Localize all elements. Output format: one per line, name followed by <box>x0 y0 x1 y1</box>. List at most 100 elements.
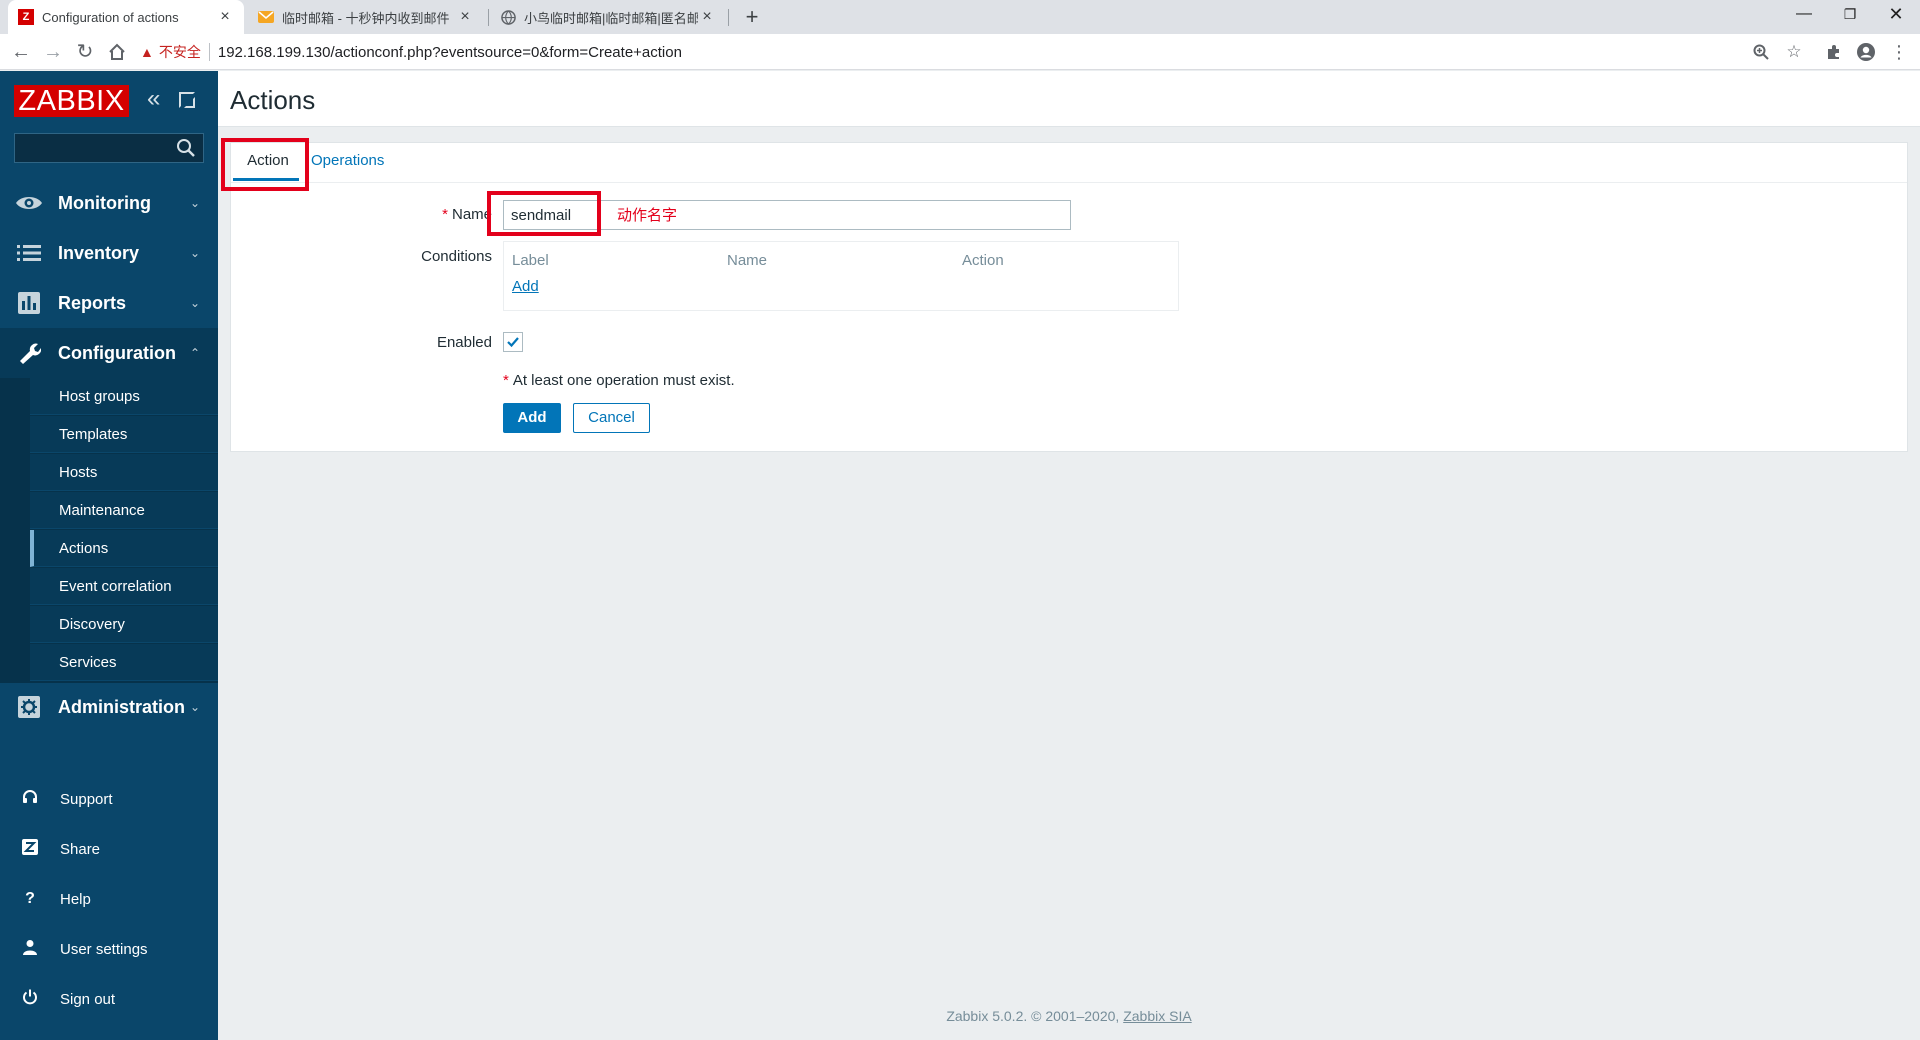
collapse-sidebar-icon[interactable]: « <box>147 87 160 111</box>
new-tab-button[interactable]: + <box>738 3 766 31</box>
kiosk-mode-icon-part <box>184 97 195 108</box>
chevron-down-icon: ⌄ <box>190 246 201 260</box>
checkmark-icon <box>507 337 519 348</box>
page-title: Actions <box>230 85 316 115</box>
forward-arrow-icon[interactable]: → <box>40 39 66 65</box>
menu-user-settings[interactable]: User settings <box>0 929 218 969</box>
insecure-label[interactable]: 不安全 <box>159 42 201 62</box>
footer: Zabbix 5.0.2. © 2001–2020, Zabbix SIA <box>218 1008 1920 1024</box>
zabbix-logo[interactable]: ZABBIX <box>14 85 129 117</box>
menu-sign-out[interactable]: Sign out <box>0 979 218 1019</box>
gear-icon <box>0 696 58 718</box>
chevron-down-icon: ⌄ <box>190 196 201 210</box>
user-icon <box>0 939 60 960</box>
submenu-host-groups[interactable]: Host groups <box>30 378 218 415</box>
home-icon[interactable] <box>104 39 130 65</box>
restore-button[interactable]: ❐ <box>1827 0 1873 30</box>
submenu-discovery[interactable]: Discovery <box>30 606 218 643</box>
highlight-box-action-tab <box>221 138 309 191</box>
wrench-icon <box>0 341 58 365</box>
bar-chart-icon <box>0 292 58 314</box>
menu-inventory[interactable]: Inventory ⌄ <box>0 228 218 278</box>
menu-label: Monitoring <box>58 192 151 213</box>
submenu-actions[interactable]: Actions <box>30 530 218 567</box>
menu-help[interactable]: ? Help <box>0 879 218 919</box>
browser-toolbar: ← → ↻ ▲ 不安全 192.168.199.130/actionconf.p… <box>0 34 1920 70</box>
chevron-down-icon: ⌄ <box>190 296 201 310</box>
browser-tab-title: 临时邮箱 - 十秒钟内收到邮件 <box>282 10 450 26</box>
submenu-templates[interactable]: Templates <box>30 416 218 453</box>
menu-label: Inventory <box>58 242 140 263</box>
submenu-hosts[interactable]: Hosts <box>30 454 218 491</box>
menu-label: Help <box>60 890 91 908</box>
add-condition-link[interactable]: Add <box>512 278 539 295</box>
conditions-header-action: Action <box>962 252 1004 269</box>
tab-operations[interactable]: Operations <box>311 143 384 183</box>
browser-tab-tempmail[interactable]: 临时邮箱 - 十秒钟内收到邮件 × <box>248 0 484 34</box>
globe-icon <box>500 9 516 25</box>
name-label: * Name <box>442 206 492 223</box>
add-button[interactable]: Add <box>503 403 561 433</box>
menu-label: User settings <box>60 940 148 958</box>
minimize-button[interactable]: — <box>1781 0 1827 30</box>
chevron-down-icon: ⌄ <box>190 700 201 714</box>
menu-share[interactable]: Share <box>0 829 218 869</box>
browser-tab-strip: Z Configuration of actions × 临时邮箱 - 十秒钟内… <box>0 0 1920 34</box>
enabled-checkbox[interactable] <box>503 332 523 352</box>
menu-reports[interactable]: Reports ⌄ <box>0 278 218 328</box>
menu-label: Sign out <box>60 990 116 1008</box>
conditions-table: Label Name Action Add <box>503 241 1179 311</box>
menu-monitoring[interactable]: Monitoring ⌄ <box>0 178 218 228</box>
list-icon <box>0 244 58 262</box>
close-icon[interactable]: × <box>216 8 234 26</box>
window-close-button[interactable]: ✕ <box>1873 0 1919 30</box>
enabled-label: Enabled <box>436 334 492 351</box>
headset-icon <box>0 789 60 810</box>
back-arrow-icon[interactable]: ← <box>8 39 34 65</box>
menu-label: Configuration <box>58 342 176 363</box>
conditions-header-name: Name <box>727 252 768 269</box>
eye-icon <box>0 194 58 212</box>
page-header: Actions <box>218 71 1920 127</box>
tab-separator <box>488 9 489 26</box>
help-icon: ? <box>25 890 35 907</box>
zoom-icon[interactable] <box>1748 39 1774 65</box>
submenu-services[interactable]: Services <box>30 644 218 681</box>
submenu-maintenance[interactable]: Maintenance <box>30 492 218 529</box>
conditions-label: Conditions <box>421 248 492 265</box>
browser-menu-icon[interactable]: ⋮ <box>1886 39 1912 65</box>
zabbix-icon: Z <box>18 9 34 25</box>
close-icon[interactable]: × <box>698 8 716 26</box>
browser-tab-title: 小鸟临时邮箱|临时邮箱|匿名邮箱 <box>524 10 698 26</box>
chevron-up-icon: ⌃ <box>190 346 201 360</box>
menu-configuration[interactable]: Configuration ⌃ <box>0 328 218 378</box>
form-tabs: Action Operations <box>231 143 1907 183</box>
sidebar: ZABBIX « Monitoring ⌄ Inventory ⌄ Report… <box>0 71 218 1040</box>
footer-copyright: Zabbix 5.0.2. © 2001–2020, <box>946 1008 1120 1024</box>
warning-icon: ▲ <box>140 44 154 60</box>
menu-label: Share <box>60 840 101 858</box>
submenu-event-correlation[interactable]: Event correlation <box>30 568 218 605</box>
share-z-icon <box>0 838 60 860</box>
profile-avatar-icon[interactable] <box>1853 39 1879 65</box>
search-icon[interactable] <box>176 138 196 158</box>
conditions-header-label: Label <box>512 252 549 269</box>
extensions-puzzle-icon[interactable] <box>1821 39 1847 65</box>
footer-link-zabbix-sia[interactable]: Zabbix SIA <box>1123 1008 1191 1024</box>
bookmark-star-icon[interactable]: ☆ <box>1781 39 1807 65</box>
omnibox-divider <box>208 43 210 61</box>
power-icon <box>0 989 60 1010</box>
highlight-box-name-input <box>487 191 601 236</box>
url-text[interactable]: 192.168.199.130/actionconf.php?eventsour… <box>218 44 682 61</box>
menu-support[interactable]: Support <box>0 779 218 819</box>
browser-tab-configuration[interactable]: Z Configuration of actions × <box>8 0 244 34</box>
cancel-button[interactable]: Cancel <box>573 403 650 433</box>
reload-icon[interactable]: ↻ <box>72 39 98 65</box>
browser-tab-birdmail[interactable]: 小鸟临时邮箱|临时邮箱|匿名邮箱 × <box>490 0 726 34</box>
close-icon[interactable]: × <box>456 8 474 26</box>
menu-label: Administration <box>58 696 186 717</box>
address-bar[interactable]: ▲ 不安全 192.168.199.130/actionconf.php?eve… <box>140 38 1760 66</box>
operation-required-note: * At least one operation must exist. <box>503 372 735 389</box>
menu-administration[interactable]: Administration ⌄ <box>0 682 218 732</box>
browser-tab-title: Configuration of actions <box>42 9 179 25</box>
